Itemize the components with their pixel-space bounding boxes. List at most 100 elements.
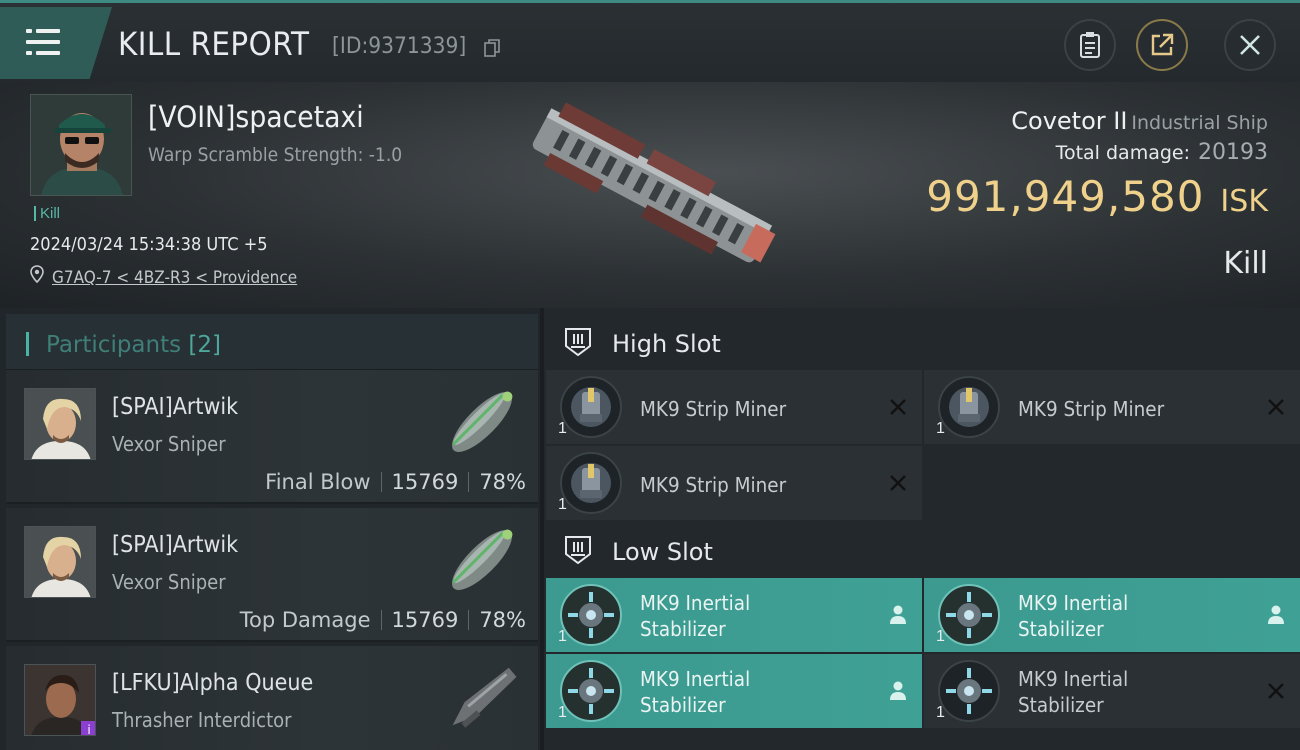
participants-count: [2] — [188, 332, 222, 358]
low-slot-label: Low Slot — [612, 538, 713, 566]
participant-name[interactable]: [SPAI]Artwik — [112, 532, 238, 558]
destroyed-icon — [1268, 399, 1284, 415]
clipboard-icon — [1080, 32, 1100, 58]
warp-scramble-strength: Warp Scramble Strength: -1.0 — [148, 144, 403, 166]
victim-ship-image[interactable] — [505, 94, 795, 284]
module-quantity: 1 — [558, 420, 567, 437]
menu-button[interactable] — [0, 7, 112, 79]
destroyed-icon — [890, 399, 906, 415]
page-title: KILL REPORT — [118, 25, 310, 63]
victim-ship: Covetor II Industrial Ship — [1011, 107, 1268, 135]
fittings-panel: High Slot 1 MK9 Strip Miner 1 MK9 Strip … — [544, 308, 1300, 750]
module-name: MK9 Inertial Stabilizer — [640, 591, 751, 641]
destroyed-icon — [890, 475, 906, 491]
inertial-stabilizer-icon — [938, 584, 1000, 646]
high-slot-header: High Slot — [544, 312, 1300, 370]
module-name: MK9 Inertial Stabilizer — [640, 667, 751, 717]
module-slot[interactable]: 1 MK9 Inertial Stabilizer — [546, 654, 922, 728]
location-link[interactable]: G7AQ-7 < 4BZ-R3 < Providence — [52, 268, 297, 288]
isk-value: 991,949,580 ISK — [926, 172, 1268, 221]
destroyed-icon — [1268, 683, 1284, 699]
strip-miner-icon — [938, 376, 1000, 438]
participants-panel: Participants [2] [SPAI]Artwik Vexor Snip… — [0, 308, 540, 750]
inertial-stabilizer-icon — [560, 660, 622, 722]
participant-avatar[interactable] — [24, 526, 96, 598]
kill-timestamp: 2024/03/24 15:34:38 UTC +5 — [30, 234, 268, 255]
location-pin-icon — [30, 265, 44, 283]
participants-header: Participants [2] — [6, 314, 538, 370]
participant-row[interactable]: i [LFKU]Alpha Queue Thrasher Interdictor — [6, 646, 538, 750]
module-quantity: 1 — [936, 628, 945, 645]
participant-ship: Vexor Sniper — [112, 570, 226, 594]
isk-unit: ISK — [1220, 184, 1268, 219]
module-quantity: 1 — [936, 704, 945, 721]
ship-name[interactable]: Covetor II — [1011, 107, 1127, 135]
participant-name[interactable]: [SPAI]Artwik — [112, 394, 238, 420]
total-damage: Total damage: 20193 — [1056, 140, 1268, 165]
participant-percent: 78% — [479, 470, 526, 494]
header-bar: KILL REPORT [ID:9371339] — [0, 0, 1300, 82]
participant-avatar[interactable] — [24, 388, 96, 460]
module-name: MK9 Inertial Stabilizer — [1018, 591, 1129, 641]
close-icon — [1240, 35, 1260, 55]
participant-stats: Final Blow 15769 78% — [265, 470, 526, 494]
module-slot[interactable]: 1 MK9 Inertial Stabilizer — [924, 578, 1300, 652]
victim-avatar[interactable] — [30, 94, 132, 196]
participant-ship-image[interactable] — [436, 514, 528, 606]
copy-icon[interactable] — [484, 39, 500, 57]
high-slot-icon — [565, 328, 591, 357]
dropped-icon — [890, 605, 906, 624]
dropped-icon — [1268, 605, 1284, 624]
dropped-icon — [890, 681, 906, 700]
participant-row[interactable]: [SPAI]Artwik Vexor Sniper Final Blow 1576… — [6, 370, 538, 504]
module-quantity: 1 — [936, 420, 945, 437]
module-name: MK9 Strip Miner — [1018, 397, 1165, 421]
participant-role: Final Blow — [265, 470, 371, 494]
kill-result: Kill — [1223, 246, 1268, 281]
module-slot[interactable]: 1 MK9 Inertial Stabilizer — [924, 654, 1300, 728]
participant-row[interactable]: [SPAI]Artwik Vexor Sniper Top Damage 1576… — [6, 508, 538, 642]
total-damage-label: Total damage: — [1055, 142, 1190, 164]
menu-icon — [26, 29, 32, 33]
participant-role: Top Damage — [239, 608, 371, 632]
module-slot[interactable]: 1 MK9 Strip Miner — [546, 370, 922, 444]
total-damage-value: 20193 — [1198, 140, 1268, 165]
module-quantity: 1 — [558, 628, 567, 645]
module-slot[interactable]: 1 MK9 Strip Miner — [924, 370, 1300, 444]
module-slot[interactable]: 1 MK9 Strip Miner — [546, 446, 922, 520]
strip-miner-icon — [560, 376, 622, 438]
high-slot-label: High Slot — [612, 330, 721, 358]
participant-name[interactable]: [LFKU]Alpha Queue — [112, 670, 313, 696]
low-slot-header: Low Slot — [544, 520, 1300, 578]
module-quantity: 1 — [558, 704, 567, 721]
module-name: MK9 Strip Miner — [640, 473, 787, 497]
participant-ship: Vexor Sniper — [112, 432, 226, 456]
share-button[interactable] — [1136, 19, 1188, 71]
module-slot[interactable]: 1 MK9 Inertial Stabilizer — [546, 578, 922, 652]
module-quantity: 1 — [558, 496, 567, 513]
module-name: MK9 Inertial Stabilizer — [1018, 667, 1129, 717]
share-icon — [1151, 33, 1174, 56]
kill-tag: Kill — [34, 206, 60, 221]
participant-damage: 15769 — [391, 608, 459, 632]
clipboard-button[interactable] — [1064, 19, 1116, 71]
low-slot-icon — [565, 536, 591, 565]
participant-avatar[interactable]: i — [24, 664, 96, 736]
isk-amount: 991,949,580 — [926, 172, 1205, 221]
participant-damage: 15769 — [391, 470, 459, 494]
participant-ship-image[interactable] — [436, 652, 528, 744]
participant-percent: 78% — [479, 608, 526, 632]
report-id: [ID:9371339] — [332, 34, 467, 59]
participant-ship: Thrasher Interdictor — [112, 708, 292, 732]
close-button[interactable] — [1224, 19, 1276, 71]
svg-text:i: i — [87, 723, 90, 736]
victim-panel: [VOIN]spacetaxi Warp Scramble Strength: … — [0, 82, 1300, 308]
victim-name[interactable]: [VOIN]spacetaxi — [148, 100, 364, 134]
participants-label: Participants — [46, 332, 182, 358]
module-name: MK9 Strip Miner — [640, 397, 787, 421]
participant-stats: Top Damage 15769 78% — [240, 608, 526, 632]
strip-miner-icon — [560, 452, 622, 514]
inertial-stabilizer-icon — [938, 660, 1000, 722]
ship-class: Industrial Ship — [1131, 112, 1268, 134]
participant-ship-image[interactable] — [436, 376, 528, 468]
